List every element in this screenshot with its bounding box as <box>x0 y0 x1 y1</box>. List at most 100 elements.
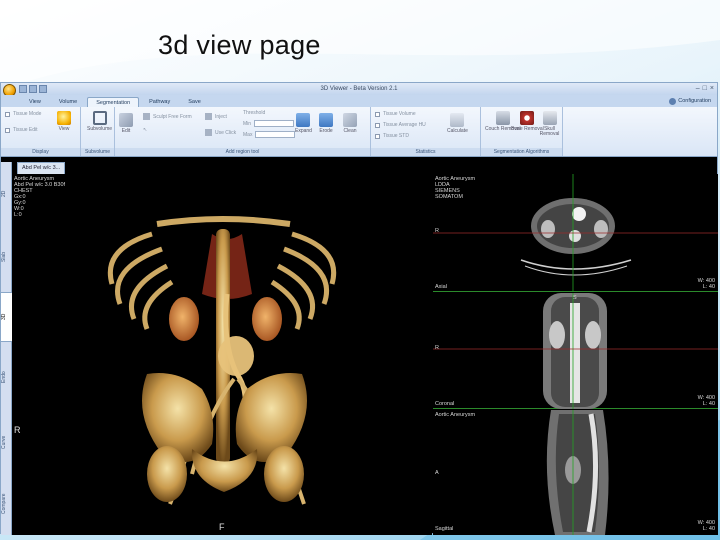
quick-save-icon[interactable] <box>19 85 27 93</box>
view-button[interactable]: View <box>57 111 71 132</box>
cursor-tool[interactable]: ↖ <box>143 127 147 133</box>
minus-icon <box>319 113 333 127</box>
plus-icon <box>296 113 311 127</box>
tissue-edit-checkbox[interactable] <box>5 127 10 133</box>
side-tab-endo[interactable]: Endo <box>1 347 12 407</box>
coronal-orientation-left: R <box>435 345 439 351</box>
mpr-panel: Aortic Aneurysm LDDA SIEMENS SOMATOM R A… <box>433 174 718 535</box>
sagittal-window-level: W: 400 L: 40 <box>697 520 715 532</box>
configuration-label: Configuration <box>678 98 711 104</box>
skull-removal-button[interactable]: Skull Removal <box>537 111 562 137</box>
quick-access-toolbar <box>19 85 47 93</box>
group-subvolume: Subvolume Subvolume <box>81 107 115 156</box>
coronal-ct-image <box>433 293 718 409</box>
group-label-segmentation: Segmentation Algorithms <box>481 148 562 156</box>
quick-redo-icon[interactable] <box>39 85 47 93</box>
tab-volume[interactable]: Volume <box>51 97 85 107</box>
sun-icon <box>57 111 71 125</box>
tissue-edit-toggle[interactable]: Tissue Edit <box>5 127 38 133</box>
tissue-std-option[interactable]: Tissue STD <box>375 133 409 139</box>
calculator-icon <box>450 113 465 127</box>
volume-rendering-image <box>108 216 336 505</box>
sculpt-free-form-tool[interactable]: Sculpt Free Form <box>143 113 192 120</box>
side-tab-slab[interactable]: Slab <box>1 222 12 292</box>
sagittal-orientation-left: A <box>435 470 439 476</box>
maximize-icon[interactable]: □ <box>703 85 707 93</box>
cursor-icon: ↖ <box>143 127 148 133</box>
ribbon-tab-bar: View Volume Segmentation Pathway Save Co… <box>1 95 717 107</box>
side-tab-compare[interactable]: Compare <box>1 474 12 534</box>
slide-title: 3d view page <box>158 30 321 60</box>
configuration-button[interactable]: Configuration <box>669 96 711 106</box>
window-controls: – □ × <box>696 85 714 93</box>
brush-icon <box>343 113 357 127</box>
tissue-mode-toggle[interactable]: Tissue Mode <box>5 111 41 117</box>
expand-button[interactable]: Expand <box>295 113 312 134</box>
axial-ct-image <box>433 174 718 292</box>
quick-undo-icon[interactable] <box>29 85 37 93</box>
tab-segmentation[interactable]: Segmentation <box>87 97 140 107</box>
axial-window-level: W: 400 L: 40 <box>697 278 715 290</box>
sagittal-ct-image <box>546 410 609 535</box>
axial-viewport[interactable]: Aortic Aneurysm LDDA SIEMENS SOMATOM R A… <box>433 174 718 292</box>
axial-scanner-info: LDDA SIEMENS SOMATOM <box>435 182 463 200</box>
right-femoral-head <box>147 446 187 502</box>
group-display: Tissue Mode Tissue Edit View Display <box>1 107 81 156</box>
use-click-tool[interactable]: Use Click <box>205 129 236 136</box>
pencil-icon <box>119 113 133 127</box>
tab-view[interactable]: View <box>21 97 49 107</box>
group-label-statistics: Statistics <box>371 148 480 156</box>
edit-button[interactable]: Edit <box>119 113 133 134</box>
erode-button[interactable]: Erode <box>319 113 333 134</box>
window-titlebar: 3D Viewer - Beta Version 2.1 <box>1 83 717 95</box>
sagittal-viewport[interactable]: Aortic Aneurysm A Sagittal W: 400 L: 40 <box>433 410 718 535</box>
couch-icon <box>495 111 510 125</box>
view-mode-sidebar: 2D Slab 3D Endo Curve Compare <box>1 162 12 535</box>
threshold-max-input[interactable] <box>255 131 296 138</box>
tissue-volume-option[interactable]: Tissue Volume <box>375 111 416 117</box>
tab-pathway[interactable]: Pathway <box>141 97 178 107</box>
group-label-add-region: Add region tool <box>115 148 370 156</box>
tissue-average-option[interactable]: Tissue Average HU <box>375 122 426 128</box>
volume-rendering-viewport[interactable]: Aortic Aneurysm Abd Pel w/c 3.0 B30f CHE… <box>12 174 432 535</box>
minimize-icon[interactable]: – <box>696 85 700 93</box>
left-kidney <box>252 297 282 341</box>
left-ilium <box>235 373 307 462</box>
tab-save[interactable]: Save <box>180 97 209 107</box>
orientation-label-left: R <box>14 425 21 435</box>
left-femoral-head <box>264 446 304 502</box>
tissue-std-checkbox[interactable] <box>375 133 380 139</box>
bone-icon <box>520 111 535 125</box>
tissue-mode-checkbox[interactable] <box>5 111 10 117</box>
document-tab[interactable]: Abd Pel w/c 3... <box>17 162 66 174</box>
subvolume-button[interactable]: Subvolume <box>87 111 112 132</box>
side-tab-3d[interactable]: 3D <box>1 292 12 342</box>
configuration-gear-icon <box>669 97 677 105</box>
calculate-button[interactable]: Calculate <box>447 113 468 134</box>
right-ilium <box>142 373 214 462</box>
threshold-min-input[interactable] <box>254 120 295 127</box>
axial-orientation-left: R <box>435 228 439 234</box>
group-label-display: Display <box>1 148 80 156</box>
inject-tool[interactable]: Inject <box>205 113 227 120</box>
aneurysm <box>218 336 254 376</box>
coronal-viewport[interactable]: S R Coronal W: 400 L: 40 <box>433 293 718 409</box>
tissue-average-checkbox[interactable] <box>375 122 380 128</box>
group-statistics: Tissue Volume Tissue Average HU Tissue S… <box>371 107 481 156</box>
close-icon[interactable]: × <box>710 85 714 93</box>
click-icon <box>205 129 212 136</box>
coronal-window-level: W: 400 L: 40 <box>697 395 715 407</box>
study-info-overlay: Aortic Aneurysm Abd Pel w/c 3.0 B30f CHE… <box>14 176 66 218</box>
side-tab-curve[interactable]: Curve <box>1 412 12 472</box>
coronal-view-label: Coronal <box>435 401 455 407</box>
sagittal-study-label: Aortic Aneurysm <box>435 412 476 418</box>
right-kidney <box>169 297 199 341</box>
coronal-orientation-top: S <box>573 295 577 301</box>
clean-button[interactable]: Clean <box>343 113 357 134</box>
side-tab-2d[interactable]: 2D <box>1 174 12 214</box>
sagittal-view-label: Sagittal <box>435 526 454 532</box>
viewer-window: 3D Viewer - Beta Version 2.1 – □ × View … <box>0 82 718 535</box>
tissue-volume-checkbox[interactable] <box>375 111 380 117</box>
sculpt-icon <box>143 113 150 120</box>
group-add-region: Edit Sculpt Free Form ↖ Inject Use Click… <box>115 107 371 156</box>
